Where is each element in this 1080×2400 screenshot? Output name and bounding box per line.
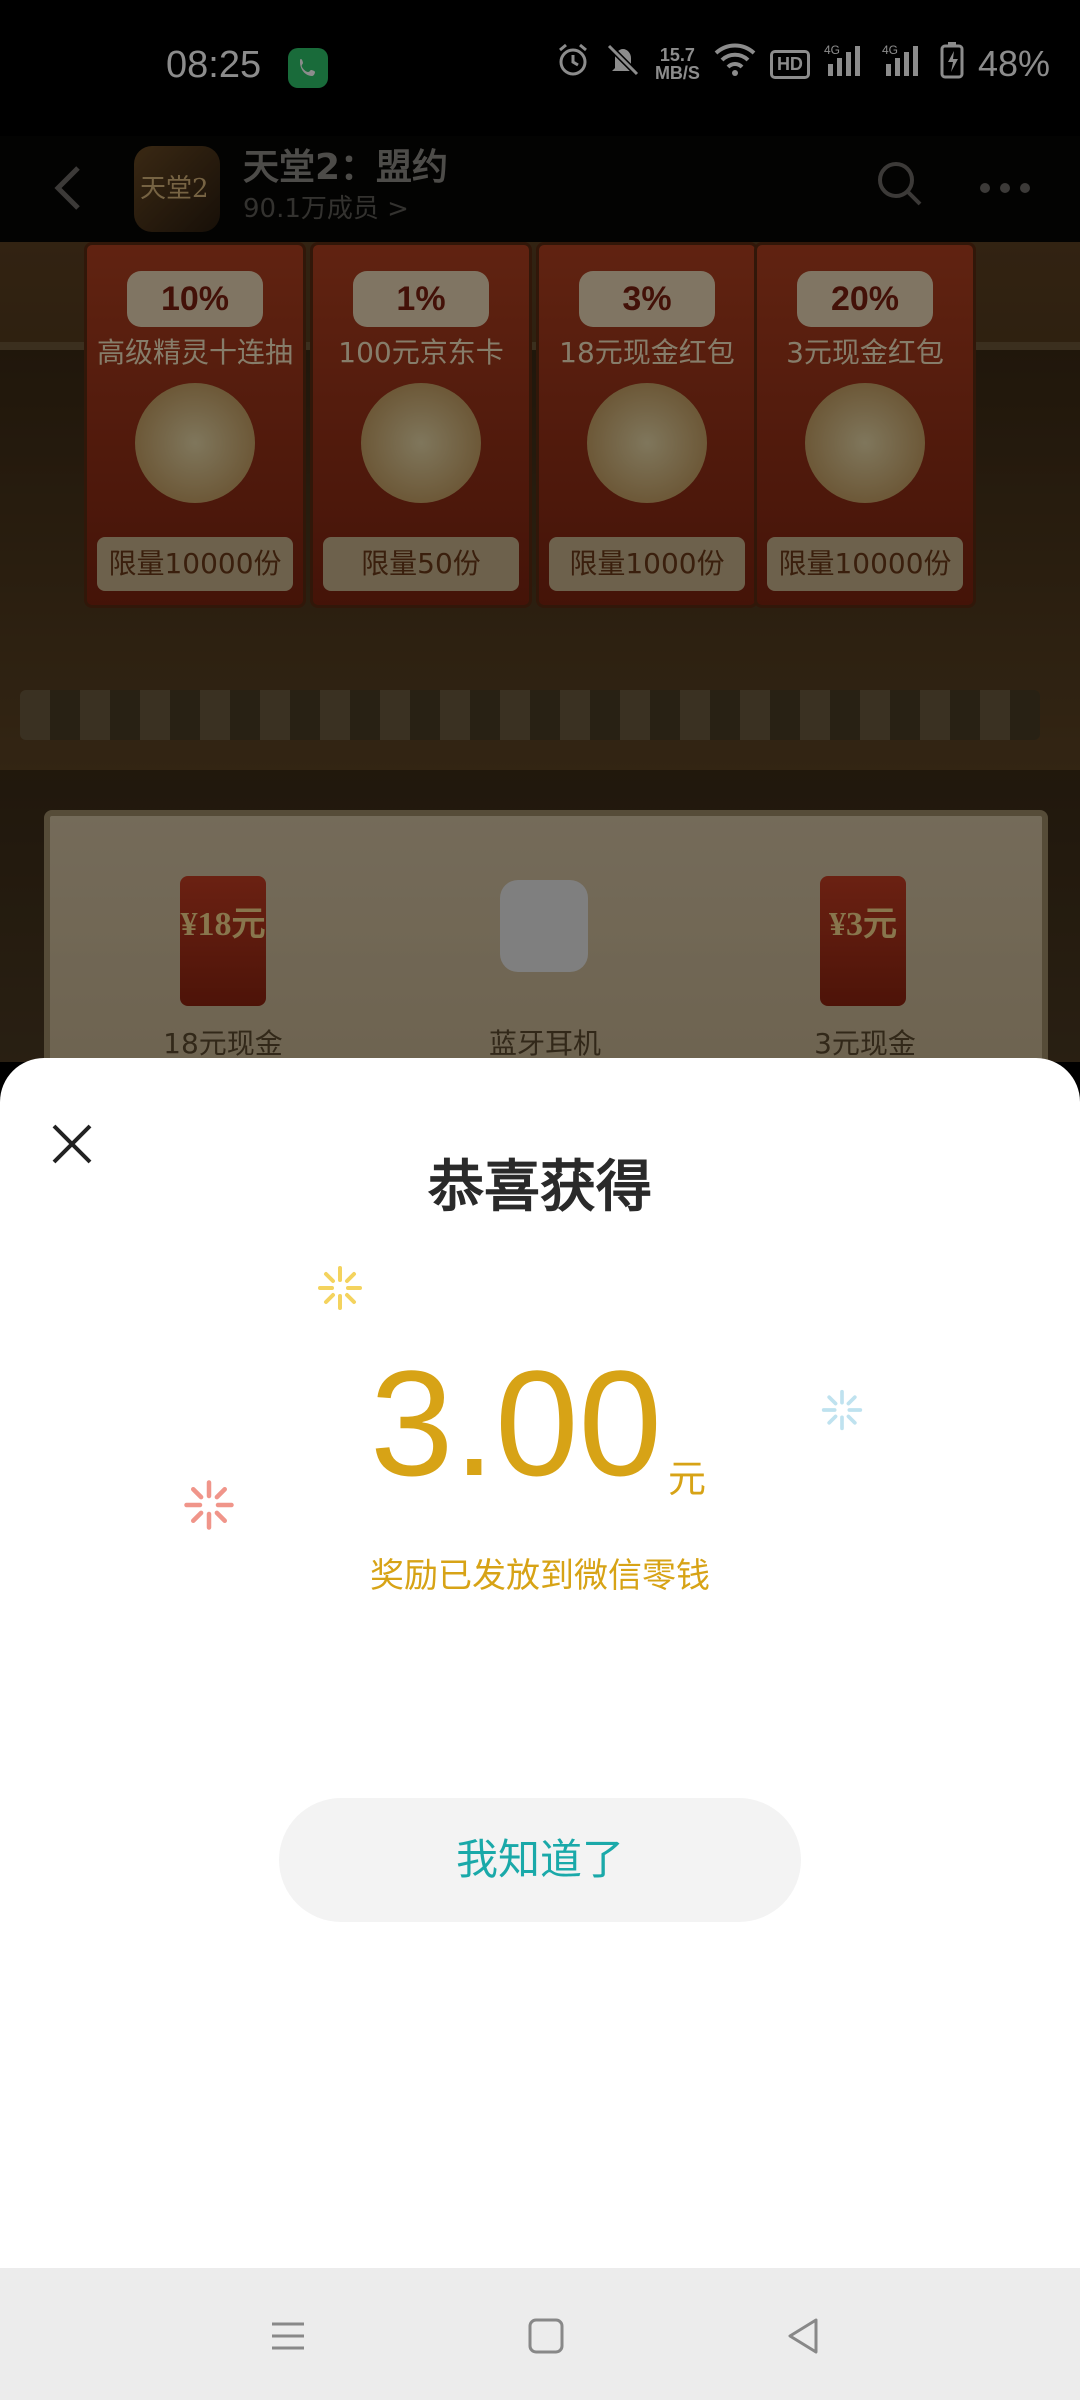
reward-message: 奖励已发放到微信零钱 xyxy=(370,1556,710,1596)
sparkle-icon xyxy=(184,1480,234,1530)
dialog-title: 恭喜获得 xyxy=(428,1155,652,1220)
reward-amount: 3.00 xyxy=(370,1339,662,1507)
home-icon[interactable] xyxy=(522,2312,570,2360)
reward-unit: 元 xyxy=(668,1457,707,1501)
modal-overlay[interactable] xyxy=(0,0,1080,1062)
confirm-button[interactable]: 我知道了 xyxy=(279,1798,801,1922)
system-nav-bar xyxy=(0,2268,1080,2400)
menu-icon[interactable] xyxy=(264,2312,312,2360)
back-icon[interactable] xyxy=(780,2312,828,2360)
sparkle-icon xyxy=(318,1266,362,1310)
sparkle-icon xyxy=(821,1389,863,1431)
reward-dialog: 恭喜获得 3.00 元 奖励已发放到微信零钱 我知道了 xyxy=(0,1058,1080,2268)
